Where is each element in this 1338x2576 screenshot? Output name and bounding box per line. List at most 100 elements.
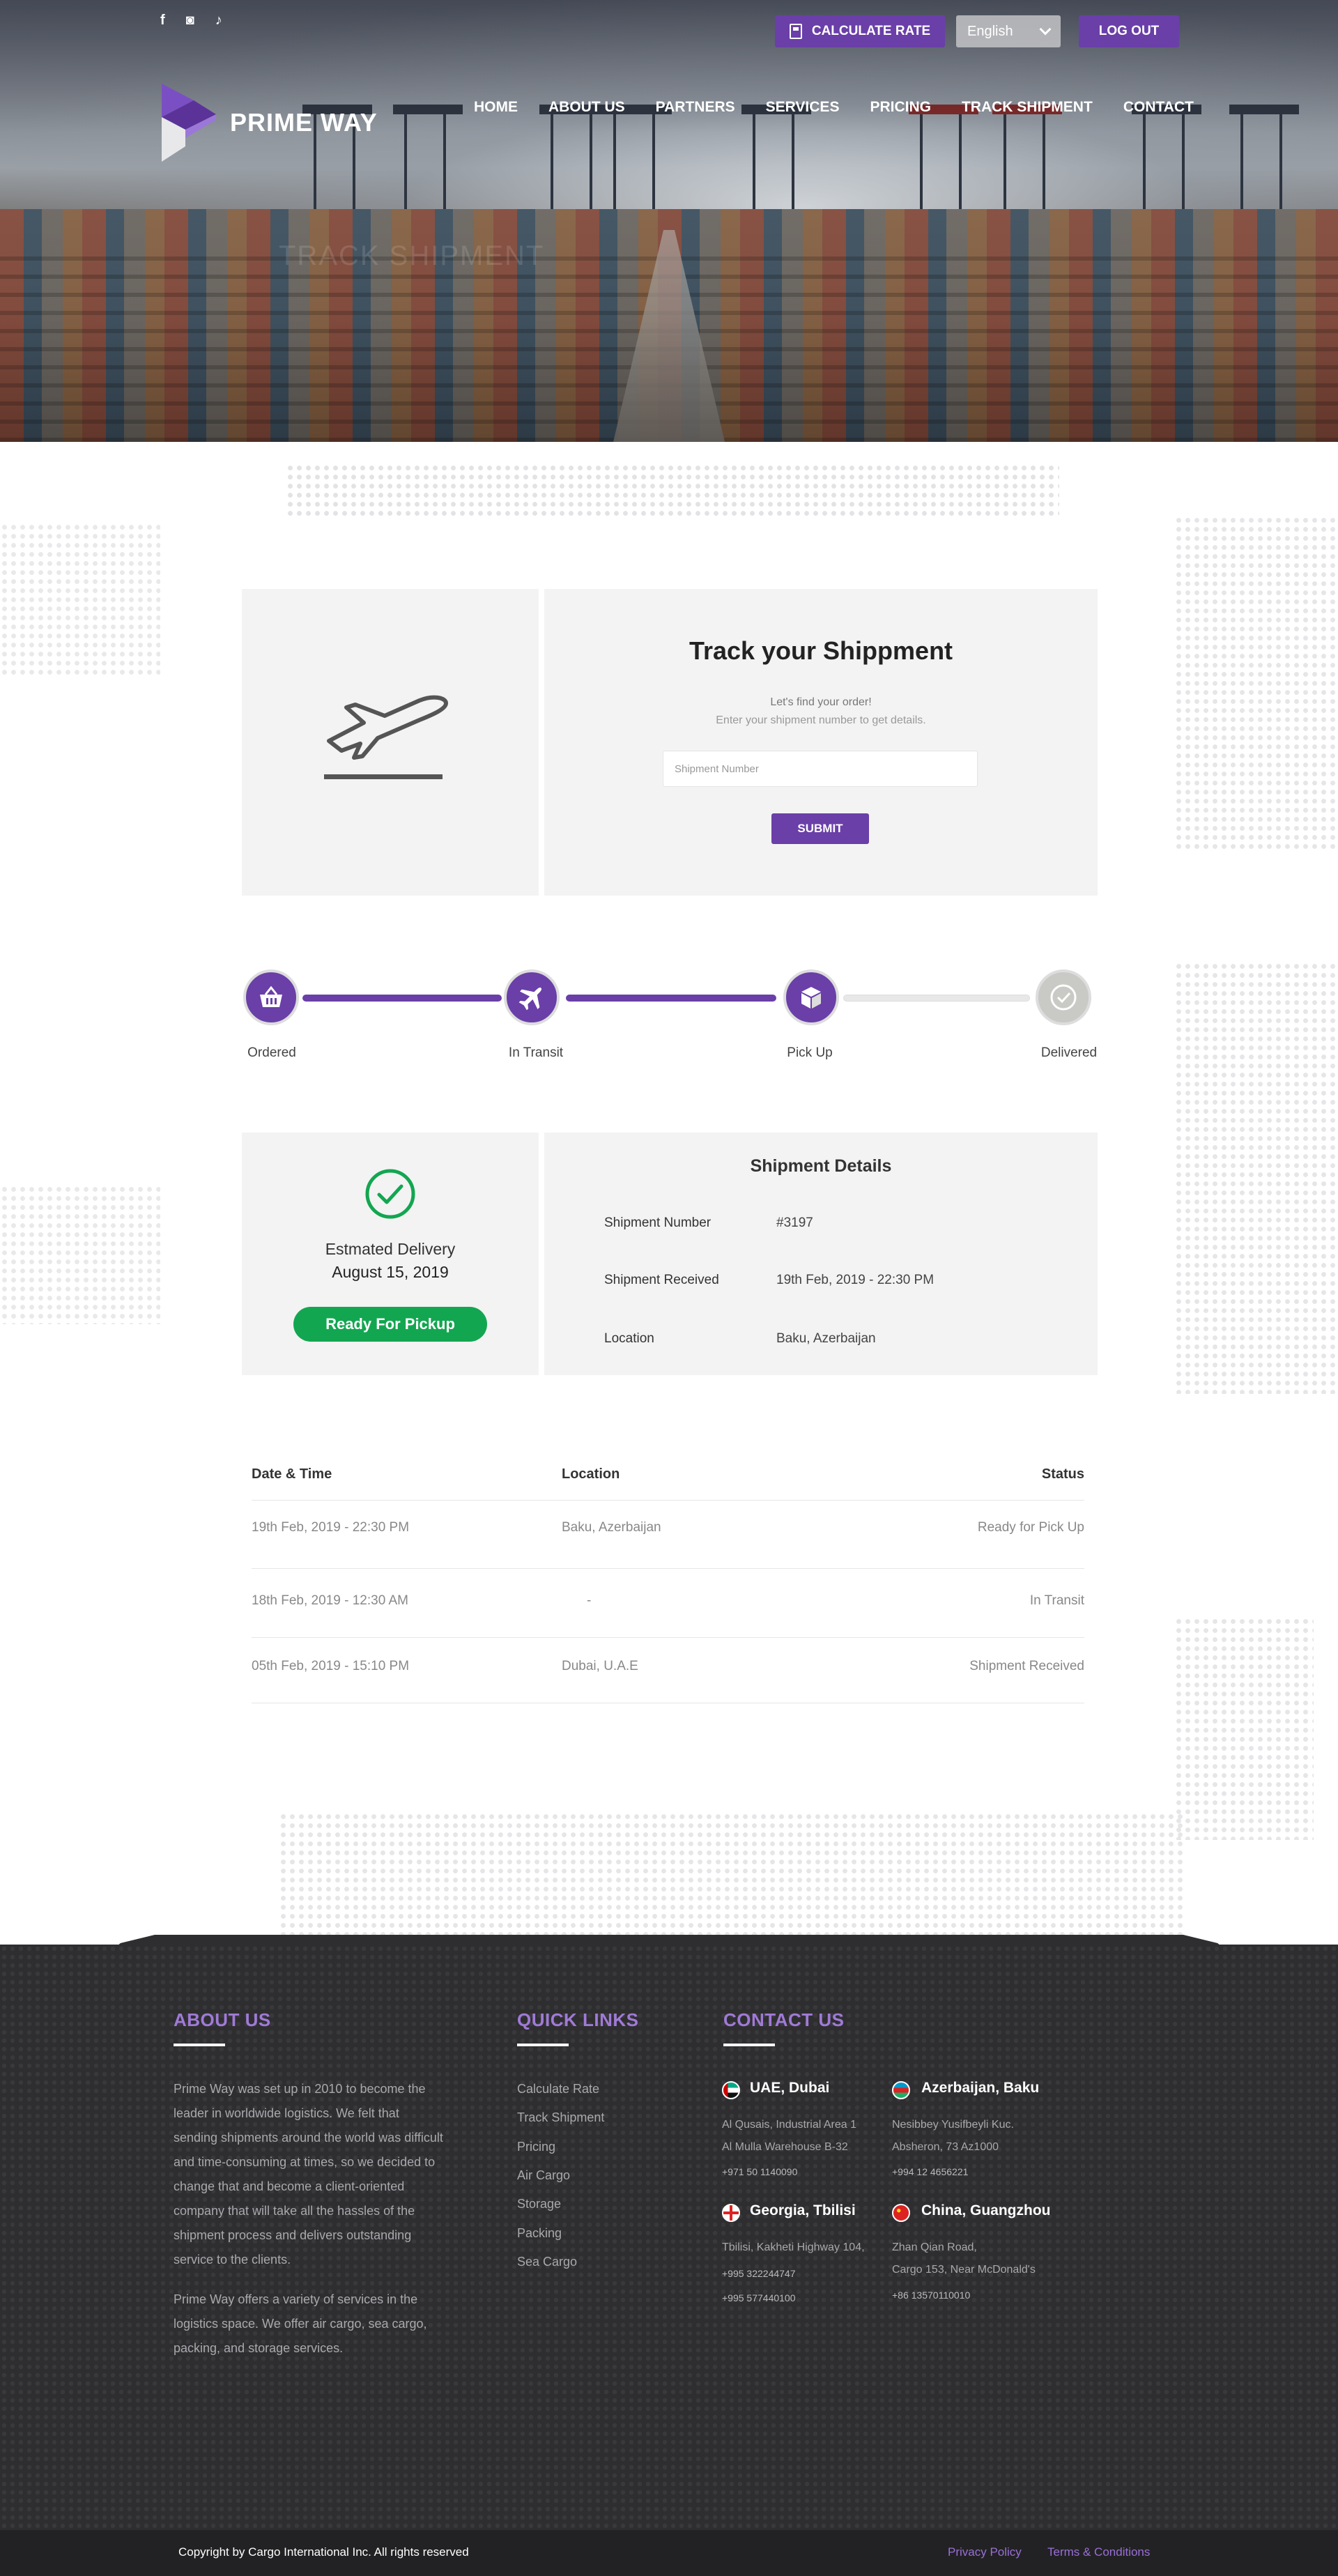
footer-link-sea-cargo[interactable]: Sea Cargo (517, 2255, 577, 2269)
shipment-details-title: Shipment Details (750, 1156, 892, 1176)
world-map-dots (0, 523, 160, 676)
track-subtitle: Let's find your order! (770, 696, 872, 708)
detail-label: Shipment Received (604, 1273, 719, 1287)
office-phone[interactable]: +994 12 4656221 (892, 2166, 968, 2177)
calculate-rate-button[interactable]: CALCULATE RATE (775, 15, 945, 47)
delivery-estimate-panel: Estmated Delivery August 15, 2019 Ready … (242, 1133, 539, 1375)
nav-home[interactable]: HOME (474, 99, 518, 116)
world-map-dots (1174, 962, 1338, 1394)
world-map-dots (0, 1185, 160, 1324)
language-select[interactable]: English (956, 15, 1061, 47)
hero-shade (0, 0, 1338, 442)
footer-links-title: QUICK LINKS (517, 2009, 639, 2030)
azerbaijan-flag-icon (892, 2081, 910, 2099)
footer-link-packing[interactable]: Packing (517, 2226, 562, 2241)
package-icon (801, 987, 821, 1009)
track-title: Track your Shippment (689, 636, 953, 665)
footer-title-underline (517, 2044, 569, 2046)
airplane-icon (518, 987, 542, 1011)
instagram-icon[interactable]: ◙ (186, 13, 194, 29)
estimated-delivery-label: Estmated Delivery (325, 1240, 456, 1258)
check-icon (1050, 984, 1077, 1011)
nav-services[interactable]: SERVICES (766, 99, 840, 116)
step-label-pick-up: Pick Up (787, 1045, 833, 1060)
world-map-dots (286, 463, 1059, 516)
footer-about-text: Prime Way offers a variety of services i… (174, 2292, 427, 2355)
chevron-down-icon (1039, 23, 1052, 36)
nav-track-shipment[interactable]: TRACK SHIPMENT (962, 99, 1093, 116)
office-name: UAE, Dubai (750, 2080, 830, 2096)
footer-link-track-shipment[interactable]: Track Shipment (517, 2110, 604, 2125)
copyright-text: Copyright by Cargo International Inc. Al… (178, 2545, 469, 2559)
office-name: Azerbaijan, Baku (921, 2080, 1040, 2096)
office-phone[interactable]: +995 577440100 (722, 2292, 796, 2303)
footer-link-pricing[interactable]: Pricing (517, 2140, 555, 2154)
terms-conditions-link[interactable]: Terms & Conditions (1047, 2545, 1150, 2559)
nav-partners[interactable]: PARTNERS (656, 99, 735, 116)
brand-name: PRIME WAY (230, 108, 378, 137)
office-name: China, Guangzhou (921, 2202, 1051, 2218)
shipment-number-input[interactable] (663, 751, 978, 787)
office-name: Georgia, Tbilisi (750, 2202, 856, 2218)
calculator-icon (789, 24, 802, 39)
footer-link-storage[interactable]: Storage (517, 2197, 561, 2211)
office-address: Al Mulla Warehouse B-32 (722, 2141, 848, 2153)
footer-link-air-cargo[interactable]: Air Cargo (517, 2168, 570, 2183)
progress-bar-complete (302, 995, 502, 1002)
prime-way-logo-icon (162, 84, 216, 162)
twitter-icon[interactable]: ♪ (215, 13, 222, 29)
step-label-in-transit: In Transit (508, 1045, 564, 1060)
footer: ABOUT US Prime Way was set up in 2010 to… (0, 1945, 1338, 2530)
uae-flag-icon (722, 2081, 740, 2099)
column-header-status: Status (1041, 1466, 1084, 1482)
history-location: - (587, 1593, 592, 1608)
step-pick-up (783, 969, 839, 1025)
facebook-icon[interactable]: f (160, 13, 165, 29)
detail-label: Shipment Number (604, 1216, 712, 1230)
nav-about-us[interactable]: ABOUT US (548, 99, 625, 116)
calculate-rate-label: CALCULATE RATE (811, 24, 931, 38)
step-delivered (1036, 969, 1091, 1025)
step-in-transit (504, 969, 560, 1025)
office-phone[interactable]: +86 13570110010 (892, 2290, 970, 2301)
logout-button[interactable]: LOG OUT (1079, 15, 1179, 47)
detail-value: Baku, Azerbaijan (776, 1331, 876, 1346)
step-label-ordered: Ordered (247, 1045, 296, 1060)
office-address: Absheron, 73 Az1000 (892, 2141, 999, 2153)
basket-icon (260, 986, 282, 1007)
brand-logo[interactable]: PRIME WAY (162, 84, 378, 162)
history-status: Shipment Received (969, 1659, 1084, 1673)
submit-button[interactable]: SUBMIT (771, 813, 869, 844)
hero-ghost-title: TRACK SHIPMENT (279, 240, 545, 271)
nav-contact[interactable]: CONTACT (1123, 99, 1194, 116)
footer-link-calculate-rate[interactable]: Calculate Rate (517, 2082, 599, 2096)
footer-title-underline (174, 2044, 225, 2046)
office-address: Nesibbey Yusifbeyli Kuc. (892, 2119, 1014, 2131)
track-form-panel: Track your Shippment Let's find your ord… (544, 589, 1098, 896)
success-check-icon (365, 1169, 415, 1219)
world-map-dots (1174, 516, 1338, 850)
nav-pricing[interactable]: PRICING (870, 99, 931, 116)
privacy-policy-link[interactable]: Privacy Policy (948, 2545, 1022, 2559)
step-ordered (243, 969, 299, 1025)
detail-label: Location (604, 1331, 654, 1346)
world-map-dots (1174, 1617, 1314, 1840)
column-header-datetime: Date & Time (252, 1466, 332, 1482)
history-status: In Transit (1029, 1593, 1084, 1608)
language-value: English (967, 23, 1013, 39)
track-illustration-panel (242, 589, 539, 896)
history-datetime: 05th Feb, 2019 - 15:10 PM (252, 1659, 410, 1673)
estimated-delivery-date: August 15, 2019 (332, 1263, 449, 1281)
office-phone[interactable]: +995 322244747 (722, 2268, 796, 2279)
table-divider (252, 1637, 1084, 1638)
history-datetime: 18th Feb, 2019 - 12:30 AM (252, 1593, 408, 1608)
history-status: Ready for Pick Up (977, 1520, 1084, 1535)
footer-about-text: Prime Way was set up in 2010 to become t… (174, 2082, 443, 2267)
office-phone[interactable]: +971 50 1140090 (722, 2166, 797, 2177)
column-header-location: Location (562, 1466, 620, 1482)
footer-bottom-bar: Copyright by Cargo International Inc. Al… (0, 2530, 1338, 2576)
ready-for-pickup-badge[interactable]: Ready For Pickup (293, 1307, 487, 1342)
china-flag-icon (892, 2204, 910, 2222)
detail-value: 19th Feb, 2019 - 22:30 PM (776, 1273, 935, 1287)
history-location: Baku, Azerbaijan (562, 1520, 661, 1535)
